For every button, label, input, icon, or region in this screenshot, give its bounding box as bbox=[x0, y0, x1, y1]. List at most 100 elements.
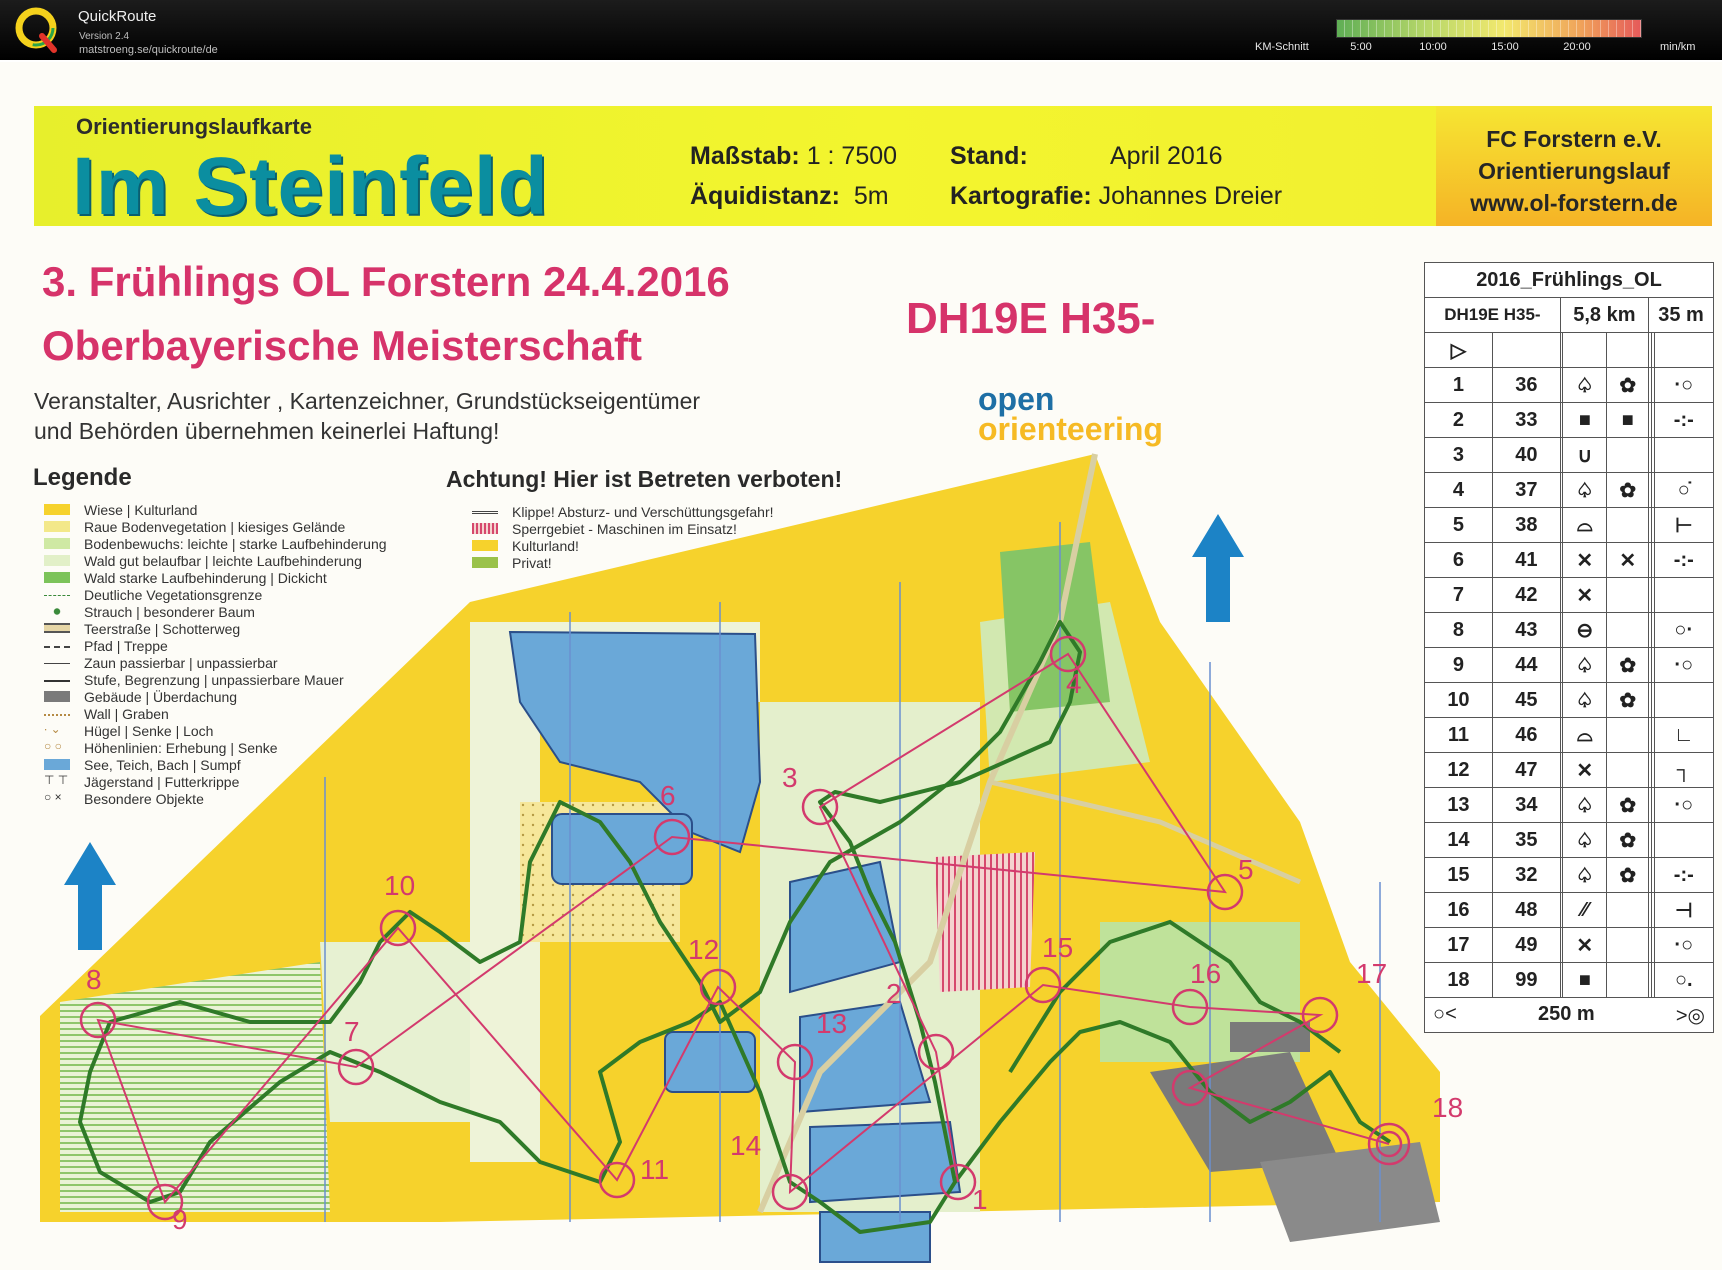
legend-swatch bbox=[44, 759, 70, 770]
stand-label-field: Stand: bbox=[950, 142, 1028, 171]
disclaimer-line-1: Veranstalter, Ausrichter , Kartenzeichne… bbox=[34, 388, 701, 414]
location-icon: -:- bbox=[1653, 857, 1715, 893]
legend-text: Pfad | Treppe bbox=[84, 638, 168, 654]
control-seq: 6 bbox=[1424, 542, 1493, 578]
table-climb: 35 m bbox=[1648, 297, 1714, 333]
finish-icon: >◎ bbox=[1675, 1004, 1705, 1027]
control-number-8: 8 bbox=[86, 964, 102, 995]
control-number-3: 3 bbox=[782, 762, 798, 793]
appearance-icon bbox=[1606, 577, 1649, 613]
app-version: Version 2.4 bbox=[79, 31, 130, 42]
table-row: 7 42 ✕ bbox=[1424, 577, 1715, 613]
map-type-label: Orientierungslaufkarte bbox=[76, 114, 312, 139]
organizer-department: Orientierungslauf bbox=[1478, 158, 1670, 184]
control-number-9: 9 bbox=[172, 1204, 188, 1235]
appearance-icon: ✿ bbox=[1606, 822, 1649, 858]
speed-tick-20: 20:00 bbox=[1563, 41, 1591, 53]
scale-value: 1 : 7500 bbox=[806, 142, 898, 170]
appearance-icon: ✿ bbox=[1606, 647, 1649, 683]
control-number-14: 14 bbox=[730, 1130, 762, 1161]
organizer-name: FC Forstern e.V. bbox=[1486, 126, 1662, 152]
location-icon: ┐ bbox=[1653, 752, 1715, 788]
table-footer-row: ○< 250 m >◎ bbox=[1424, 997, 1714, 1033]
control-code: 48 bbox=[1491, 892, 1561, 928]
location-icon bbox=[1653, 437, 1715, 473]
control-code: 42 bbox=[1491, 577, 1561, 613]
speed-tick-5: 5:00 bbox=[1350, 41, 1372, 53]
legend-text: Raue Bodenvegetation | kiesiges Gelände bbox=[84, 519, 346, 535]
app-url[interactable]: matstroeng.se/quickroute/de bbox=[79, 44, 218, 56]
control-number-4: 4 bbox=[1066, 668, 1082, 699]
logo-text-open: open bbox=[978, 381, 1055, 417]
table-row: 2 33 ■ ■ -:- bbox=[1424, 402, 1715, 438]
appearance-icon bbox=[1606, 612, 1649, 648]
north-arrow-icon bbox=[64, 842, 116, 950]
speed-label: KM-Schnitt bbox=[1255, 41, 1309, 53]
location-icon: ∟ bbox=[1653, 717, 1715, 753]
table-row: 3 40 ∪ bbox=[1424, 437, 1715, 473]
location-icon: ·○ bbox=[1653, 927, 1715, 963]
table-row: 16 48 ⁄⁄ ⊣ bbox=[1424, 892, 1715, 928]
event-title: 3. Frühlings OL Forstern 24.4.2016 bbox=[42, 258, 730, 305]
legend-swatch: ⊤ ⊤ bbox=[44, 773, 69, 787]
speed-unit: min/km bbox=[1660, 41, 1696, 53]
speed-tick-10: 10:00 bbox=[1419, 41, 1447, 53]
table-row: 11 46 ⌓ ∟ bbox=[1424, 717, 1715, 753]
cartography-label: Kartografie: bbox=[950, 182, 1092, 210]
control-code: 35 bbox=[1491, 822, 1561, 858]
legend-text: Strauch | besonderer Baum bbox=[84, 604, 255, 620]
control-seq: 5 bbox=[1424, 507, 1493, 543]
warning-swatch bbox=[472, 540, 498, 551]
scale-label: Maßstab: bbox=[690, 142, 800, 170]
legend-text: Wiese | Kulturland bbox=[84, 502, 198, 518]
disclaimer-line-2: und Behörden übernehmen keinerlei Haftun… bbox=[34, 418, 500, 444]
feature-icon: ♤ bbox=[1562, 857, 1608, 893]
table-length: 5,8 km bbox=[1559, 297, 1650, 333]
feature-icon: ∪ bbox=[1562, 437, 1608, 473]
control-code: 32 bbox=[1491, 857, 1561, 893]
feature-icon: ✕ bbox=[1562, 752, 1608, 788]
legend-swatch bbox=[44, 691, 70, 702]
appearance-icon: ■ bbox=[1606, 402, 1649, 438]
legend-swatch: ○ ○ bbox=[44, 739, 62, 753]
feature-icon: ✕ bbox=[1562, 577, 1608, 613]
control-seq: 18 bbox=[1424, 962, 1493, 998]
location-icon: ⊢ bbox=[1653, 507, 1715, 543]
control-number-6: 6 bbox=[660, 780, 676, 811]
appearance-icon bbox=[1606, 962, 1649, 998]
control-seq: 8 bbox=[1424, 612, 1493, 648]
legend-swatch bbox=[44, 595, 70, 596]
table-row: 14 35 ♤ ✿ bbox=[1424, 822, 1715, 858]
control-code: 47 bbox=[1491, 752, 1561, 788]
feature-icon: ■ bbox=[1562, 962, 1608, 998]
app-name: QuickRoute bbox=[78, 8, 157, 25]
warning-swatch bbox=[472, 557, 498, 568]
appearance-icon bbox=[1606, 927, 1649, 963]
control-seq: 11 bbox=[1424, 717, 1493, 753]
table-footer: ○< 250 m >◎ bbox=[1424, 997, 1714, 1033]
control-seq: 9 bbox=[1424, 647, 1493, 683]
appearance-icon bbox=[1606, 437, 1649, 473]
control-number-11: 11 bbox=[640, 1154, 670, 1185]
legend-swatch bbox=[44, 504, 70, 515]
feature-icon: ■ bbox=[1562, 402, 1608, 438]
app-toolbar: QuickRoute Version 2.4 matstroeng.se/qui… bbox=[0, 0, 1722, 60]
control-number-5: 5 bbox=[1238, 854, 1254, 885]
table-row: 9 44 ♤ ✿ ·○ bbox=[1424, 647, 1715, 683]
control-seq: 4 bbox=[1424, 472, 1493, 508]
speed-color-scale[interactable] bbox=[1336, 19, 1642, 38]
location-icon: ·○ bbox=[1653, 647, 1715, 683]
feature-icon: ✕ bbox=[1562, 927, 1608, 963]
control-seq: 17 bbox=[1424, 927, 1493, 963]
appearance-icon: ✿ bbox=[1606, 682, 1649, 718]
warning-text: Sperrgebiet - Maschinen im Einsatz! bbox=[512, 521, 737, 537]
table-row: 18 99 ■ ○. bbox=[1424, 962, 1715, 998]
appearance-icon: ✿ bbox=[1606, 857, 1649, 893]
table-row: 5 38 ⌓ ⊢ bbox=[1424, 507, 1715, 543]
map-canvas[interactable]: Orientierungslaufkarte Im Steinfeld Maßs… bbox=[0, 62, 1722, 1270]
speed-tick-15: 15:00 bbox=[1491, 41, 1519, 53]
equidistance-field: Äquidistanz: 5m bbox=[690, 182, 889, 211]
appearance-icon: ✿ bbox=[1606, 367, 1649, 403]
location-icon: ○· bbox=[1653, 612, 1715, 648]
legend-text: Hügel | Senke | Loch bbox=[84, 723, 214, 739]
